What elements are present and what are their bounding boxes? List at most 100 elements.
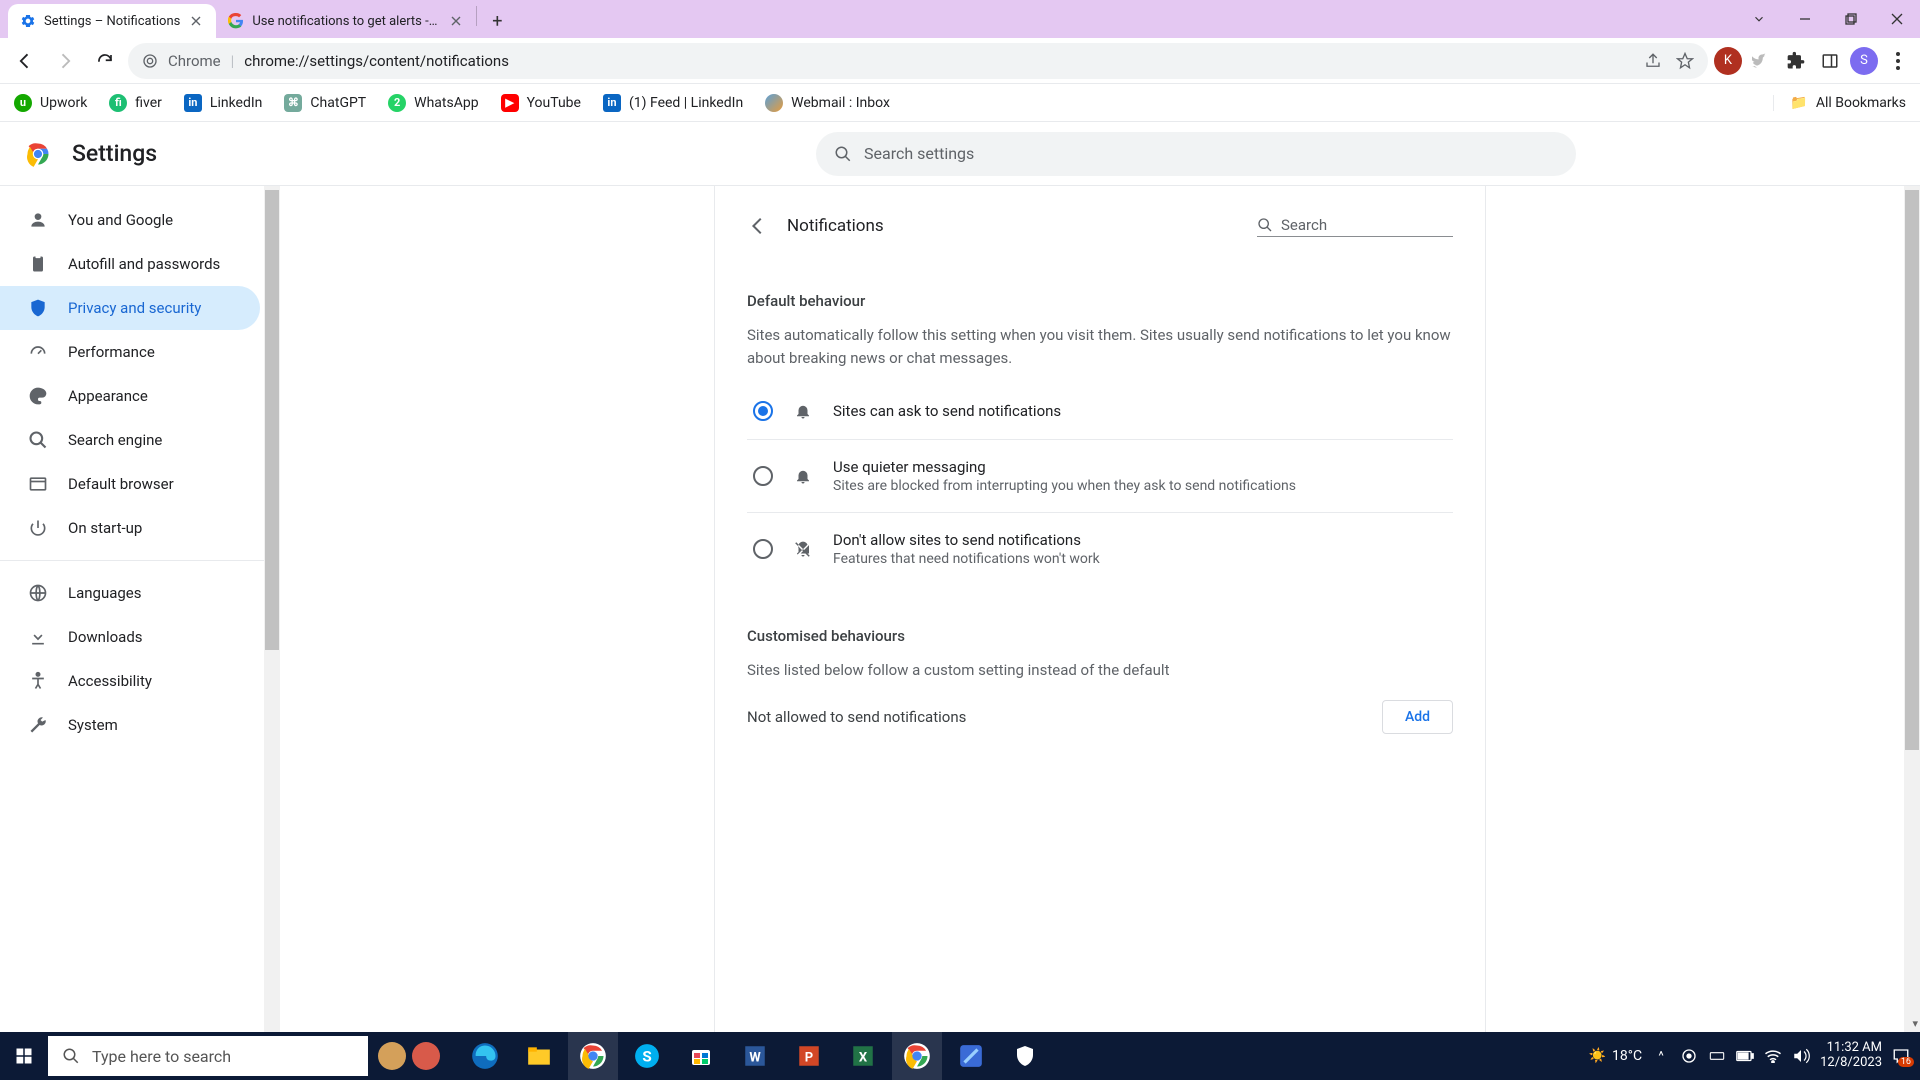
sidebar-item-search-engine[interactable]: Search engine	[0, 418, 260, 462]
forward-button[interactable]	[48, 44, 82, 78]
sidebar-item-languages[interactable]: Languages	[0, 571, 260, 615]
taskbar-snip[interactable]	[946, 1032, 996, 1080]
sidebar-item-downloads[interactable]: Downloads	[0, 615, 260, 659]
tray-meet-now-icon[interactable]	[1680, 1047, 1698, 1065]
sidebar-item-default-browser[interactable]: Default browser	[0, 462, 260, 506]
bookmark-linkedin[interactable]: inLinkedIn	[184, 94, 263, 112]
taskbar-security[interactable]	[1000, 1032, 1050, 1080]
sidebar-item-label: Search engine	[68, 431, 162, 449]
taskbar-edge[interactable]	[460, 1032, 510, 1080]
start-button[interactable]	[0, 1032, 48, 1080]
bookmarks-bar: uUpwork fifiver inLinkedIn ⌘ChatGPT 2Wha…	[0, 84, 1920, 122]
maximize-button[interactable]	[1828, 0, 1874, 38]
time: 11:32 AM	[1820, 1041, 1882, 1056]
bookmark-fiver[interactable]: fifiver	[109, 94, 162, 112]
date: 12/8/2023	[1820, 1056, 1882, 1071]
all-bookmarks-label: All Bookmarks	[1816, 95, 1906, 111]
notifications-card: Notifications Search Default behaviour S…	[714, 186, 1486, 1032]
taskbar-chrome-2[interactable]	[892, 1032, 942, 1080]
settings-app-title: Settings	[72, 140, 157, 167]
add-button[interactable]: Add	[1382, 700, 1453, 734]
new-tab-button[interactable]: +	[483, 7, 511, 35]
bookmark-youtube[interactable]: ▶YouTube	[501, 94, 581, 112]
radio-button[interactable]	[753, 466, 773, 486]
settings-search-input[interactable]: Search settings	[816, 132, 1576, 176]
bookmark-linkedin-feed[interactable]: in(1) Feed | LinkedIn	[603, 94, 743, 112]
content-scrollbar[interactable]: ▾	[1904, 186, 1920, 1032]
option-sites-can-ask[interactable]: Sites can ask to send notifications	[747, 383, 1453, 440]
clock[interactable]: 11:32 AM 12/8/2023	[1820, 1041, 1882, 1071]
close-button[interactable]	[1874, 0, 1920, 38]
extension-k[interactable]: K	[1714, 47, 1742, 75]
profile-avatar[interactable]: S	[1850, 47, 1878, 75]
bookmark-chatgpt[interactable]: ⌘ChatGPT	[284, 94, 366, 112]
tray-volume-icon[interactable]	[1792, 1047, 1810, 1065]
tab-settings-notifications[interactable]: Settings – Notifications	[8, 4, 216, 38]
radio-button[interactable]	[753, 401, 773, 421]
close-icon[interactable]	[448, 13, 464, 29]
google-g-icon	[228, 13, 244, 29]
action-center-button[interactable]: 16	[1892, 1047, 1910, 1065]
address-bar[interactable]: Chrome | chrome://settings/content/notif…	[128, 43, 1708, 79]
bookmark-label: (1) Feed | LinkedIn	[629, 95, 743, 111]
power-icon	[28, 518, 48, 538]
extension-bird-icon[interactable]	[1748, 47, 1776, 75]
taskbar-word[interactable]: W	[730, 1032, 780, 1080]
tray-chevron-up-icon[interactable]: ^	[1652, 1047, 1670, 1065]
scrollbar-thumb[interactable]	[1905, 190, 1919, 750]
url-scheme-label: Chrome	[168, 52, 221, 70]
tray-wifi-icon[interactable]	[1764, 1047, 1782, 1065]
chevron-down-icon[interactable]	[1736, 0, 1782, 38]
tab-google-search[interactable]: Use notifications to get alerts - G	[216, 4, 476, 38]
bookmark-star-icon[interactable]	[1676, 52, 1694, 70]
bookmark-webmail[interactable]: Webmail : Inbox	[765, 94, 890, 112]
option-dont-allow[interactable]: Don't allow sites to send notificationsF…	[747, 513, 1453, 585]
tab-strip: Settings – Notifications Use notificatio…	[0, 0, 511, 38]
radio-button[interactable]	[753, 539, 773, 559]
scroll-down-arrow[interactable]: ▾	[1912, 1017, 1918, 1030]
bookmark-upwork[interactable]: uUpwork	[14, 94, 87, 112]
taskbar-powerpoint[interactable]: P	[784, 1032, 834, 1080]
download-icon	[28, 627, 48, 647]
extensions-button[interactable]	[1782, 47, 1810, 75]
window-icon	[28, 474, 48, 494]
close-icon[interactable]	[188, 13, 204, 29]
sidebar-item-accessibility[interactable]: Accessibility	[0, 659, 260, 703]
sidebar-item-label: Downloads	[68, 628, 143, 646]
weather-widget[interactable]: ☀️18°C	[1589, 1048, 1643, 1064]
sidebar-item-you-and-google[interactable]: You and Google	[0, 198, 260, 242]
settings-sidebar: You and Google Autofill and passwords Pr…	[0, 186, 280, 1032]
sidebar-item-autofill[interactable]: Autofill and passwords	[0, 242, 260, 286]
bookmark-label: fiver	[135, 95, 162, 111]
tab-title: Settings – Notifications	[44, 14, 180, 29]
scrollbar-thumb[interactable]	[265, 190, 279, 650]
tray-battery-icon[interactable]	[1736, 1047, 1754, 1065]
bookmark-label: LinkedIn	[210, 95, 263, 111]
option-quieter-messaging[interactable]: Use quieter messagingSites are blocked f…	[747, 440, 1453, 513]
sidebar-item-on-startup[interactable]: On start-up	[0, 506, 260, 550]
taskbar-explorer[interactable]	[514, 1032, 564, 1080]
bell-off-icon	[793, 540, 813, 558]
sidebar-item-performance[interactable]: Performance	[0, 330, 260, 374]
taskbar-chrome[interactable]	[568, 1032, 618, 1080]
bookmark-whatsapp[interactable]: 2WhatsApp	[388, 94, 478, 112]
all-bookmarks-button[interactable]: 📁All Bookmarks	[1773, 95, 1906, 111]
share-icon[interactable]	[1644, 52, 1662, 70]
sidebar-item-appearance[interactable]: Appearance	[0, 374, 260, 418]
back-arrow-button[interactable]	[747, 215, 769, 237]
sidebar-item-system[interactable]: System	[0, 703, 260, 747]
content-search-input[interactable]: Search	[1257, 216, 1453, 237]
bookmark-label: WhatsApp	[414, 95, 478, 111]
back-button[interactable]	[8, 44, 42, 78]
taskbar-search-input[interactable]: Type here to search	[48, 1036, 368, 1076]
minimize-button[interactable]	[1782, 0, 1828, 38]
side-panel-button[interactable]	[1816, 47, 1844, 75]
kebab-menu-button[interactable]	[1884, 47, 1912, 75]
taskbar-excel[interactable]: X	[838, 1032, 888, 1080]
reload-button[interactable]	[88, 44, 122, 78]
sidebar-item-privacy-security[interactable]: Privacy and security	[0, 286, 260, 330]
taskbar-skype[interactable]: S	[622, 1032, 672, 1080]
taskbar-store[interactable]	[676, 1032, 726, 1080]
tray-keyboard-icon[interactable]	[1708, 1047, 1726, 1065]
sidebar-scrollbar[interactable]	[264, 186, 280, 1032]
